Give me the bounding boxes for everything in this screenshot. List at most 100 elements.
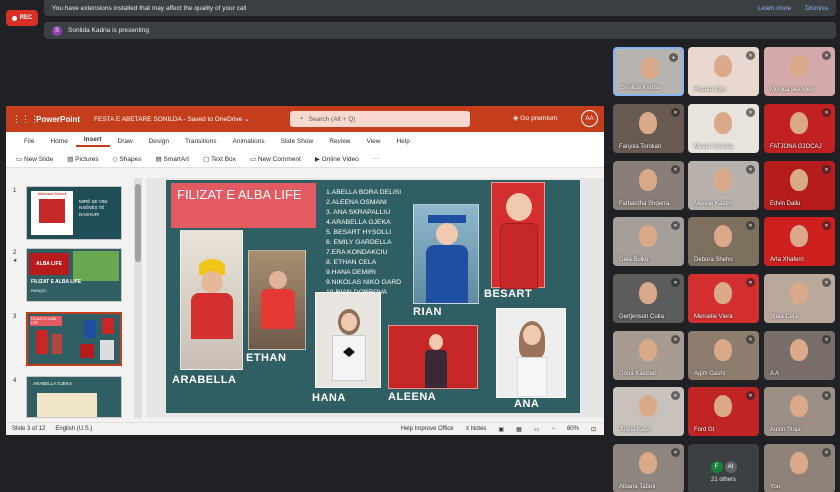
- dismiss-link[interactable]: Dismiss: [805, 5, 828, 12]
- tab-design[interactable]: Design: [141, 138, 177, 145]
- sorter-view-icon[interactable]: ▦: [516, 426, 522, 433]
- label-ana: ANA: [514, 398, 540, 410]
- new-slide-button[interactable]: ▭ New Slide: [16, 155, 53, 163]
- mic-off-icon: ✕: [671, 335, 680, 344]
- tab-view[interactable]: View: [359, 138, 389, 145]
- text-box-button[interactable]: ▢ Text Box: [203, 155, 236, 163]
- participant-tile[interactable]: ● Sonilda Kadria: [613, 47, 684, 96]
- participant-tile[interactable]: ✕ Debora Shehu: [688, 217, 759, 266]
- mic-off-icon: ✕: [746, 51, 755, 60]
- participant-tile[interactable]: F AI 21 others: [688, 444, 759, 492]
- slide-thumb-3[interactable]: FILIZAT E ALBA LIFE: [26, 312, 122, 366]
- participant-name: Gona Kastrati: [619, 371, 656, 377]
- thumb3-photo-5: [80, 344, 94, 358]
- shapes-button[interactable]: ◇ Shapes: [113, 155, 142, 163]
- zoom-level[interactable]: 60%: [567, 426, 579, 433]
- normal-view-icon[interactable]: ▣: [498, 426, 504, 433]
- scrollbar-thumb[interactable]: [135, 184, 141, 262]
- tab-help[interactable]: Help: [388, 138, 417, 145]
- participant-video: [714, 112, 732, 134]
- participant-tile[interactable]: ✕ Albana Tafani: [613, 444, 684, 492]
- doc-title[interactable]: FESTA E ABETARE SONILDA - Saved to OneDr…: [94, 115, 250, 123]
- meet-window: REC You have extensions installed that m…: [0, 0, 840, 492]
- doc-name: FESTA E ABETARE SONILDA - Saved to OneDr…: [94, 116, 243, 123]
- pictures-button[interactable]: ▨ Pictures: [67, 155, 98, 163]
- slide-counter: Slide 3 of 12: [12, 426, 46, 432]
- new-comment-label: New Comment: [257, 155, 301, 163]
- tab-animations[interactable]: Animations: [225, 138, 273, 145]
- learn-more-link[interactable]: Learn more: [758, 5, 791, 12]
- participant-video: [639, 395, 657, 417]
- participant-tile[interactable]: ✕ Fatbardha Shqerra: [613, 161, 684, 210]
- graduation-cap-icon: [428, 215, 466, 223]
- tab-draw[interactable]: Draw: [110, 138, 141, 145]
- participant-name: Aulon Stoja: [770, 427, 801, 433]
- current-slide[interactable]: FILIZAT E ALBA LIFE 1.ABELLA BORA DELISI…: [166, 180, 580, 413]
- ppt-app-name: PowerPoint: [36, 114, 81, 124]
- participant-tile[interactable]: ✕ Monica skenderi: [764, 47, 835, 96]
- participant-tile[interactable]: ✕ Joana Kaso: [613, 387, 684, 436]
- participant-name: Joana Kaso: [619, 427, 651, 433]
- notes-button[interactable]: ≡ Notes: [466, 426, 487, 433]
- tab-home[interactable]: Home: [42, 138, 75, 145]
- new-comment-button[interactable]: ▭ New Comment: [250, 155, 301, 163]
- participant-tile[interactable]: ✕ Mirela Veseliaj: [688, 104, 759, 153]
- participant-tile[interactable]: ✕ Meruelie Viera: [688, 274, 759, 323]
- thumbnail-scrollbar[interactable]: [134, 178, 142, 418]
- mic-off-icon: ✕: [746, 108, 755, 117]
- participant-tile[interactable]: ✕ Stela Cela: [764, 274, 835, 323]
- mic-off-icon: ✕: [822, 221, 831, 230]
- slide-thumb-4[interactable]: ARABELLA GJEKA: [26, 376, 122, 418]
- participant-tile[interactable]: ✕ Gela Bulku: [613, 217, 684, 266]
- participant-tile[interactable]: ✕ Arta Xhaferri: [764, 217, 835, 266]
- participant-tile[interactable]: ✕ FATJONA GJOCAJ: [764, 104, 835, 153]
- participant-tile[interactable]: ✕ Agim Gashi: [688, 331, 759, 380]
- more-options-button[interactable]: ···: [373, 155, 380, 162]
- photo-besart: [491, 182, 545, 289]
- participant-tile[interactable]: ✕ Rozeta Zylo: [688, 47, 759, 96]
- participant-tile[interactable]: ✕ You: [764, 444, 835, 492]
- tab-insert[interactable]: Insert: [75, 136, 110, 147]
- list-item: 1.ABELLA BORA DELISI: [326, 189, 402, 196]
- tab-review[interactable]: Review: [321, 138, 358, 145]
- thumb3-photo-6: [100, 340, 114, 360]
- arabella-face: [201, 271, 223, 293]
- thumb1-line2: NXËNËS TË: [79, 205, 105, 211]
- participant-tile[interactable]: ✕ Gona Kastrati: [613, 331, 684, 380]
- photo-arabella: [180, 230, 243, 370]
- photo-hana: [315, 292, 381, 388]
- participant-tile[interactable]: ✕ Mersije Kasmi: [688, 161, 759, 210]
- list-item: 7.ERA KONDAKCIU: [326, 248, 388, 256]
- zoom-out-icon[interactable]: −: [551, 426, 555, 433]
- participant-tile[interactable]: ✕ Gertjenson Cuka: [613, 274, 684, 323]
- reading-view-icon[interactable]: ▭: [534, 426, 540, 433]
- go-premium-button[interactable]: ◈ Go premium: [513, 114, 558, 122]
- list-item: 2.ALEENA OSMANI: [326, 198, 387, 206]
- recording-badge[interactable]: REC: [6, 10, 38, 26]
- search-box[interactable]: ⌕ Search (Alt + Q): [290, 111, 470, 127]
- help-improve-link[interactable]: Help Improve Office: [401, 426, 454, 433]
- shared-screen: ⋮⋮⋮ PowerPoint FESTA E ABETARE SONILDA -…: [6, 106, 604, 435]
- online-video-button[interactable]: ▶ Online Video: [315, 155, 359, 163]
- fit-to-window-icon[interactable]: ⊡: [591, 426, 596, 433]
- statusbar-right: Help Improve Office ≡ Notes ▣ ▦ ▭ − 60% …: [401, 426, 604, 433]
- tab-slide-show[interactable]: Slide Show: [273, 138, 322, 145]
- shapes-label: Shapes: [119, 155, 142, 163]
- language-indicator[interactable]: English (U.S.): [55, 426, 92, 432]
- participant-tile[interactable]: ✕ Aulon Stoja: [764, 387, 835, 436]
- user-avatar[interactable]: AA: [581, 110, 598, 127]
- tab-transitions[interactable]: Transitions: [177, 138, 225, 145]
- ribbon-toolbar: ▭ New Slide ▨ Pictures ◇ Shapes ▤ SmartA…: [6, 150, 604, 168]
- mic-off-icon: ✕: [746, 391, 755, 400]
- participant-tile[interactable]: ✕ Edvin Dallu: [764, 161, 835, 210]
- smartart-button[interactable]: ▤ SmartArt: [156, 155, 190, 163]
- participant-tile[interactable]: ✕ Fanjola Toroliari: [613, 104, 684, 153]
- app-launcher-icon[interactable]: ⋮⋮⋮: [12, 114, 39, 125]
- slide-thumb-2[interactable]: ALBA LIFE FILIZAT E ALBA LIFE PARAQIT...: [26, 248, 122, 302]
- slide-thumb-1[interactable]: Albanian School MIRË SE VINI NXËNËS TË D…: [26, 186, 122, 240]
- participant-tile[interactable]: ✕ A A: [764, 331, 835, 380]
- list-item: 9.HANA DEMIRI: [326, 268, 376, 276]
- participant-tile[interactable]: ✕ Ford Gt: [688, 387, 759, 436]
- participant-video: [714, 169, 732, 191]
- tab-file[interactable]: File: [16, 138, 42, 145]
